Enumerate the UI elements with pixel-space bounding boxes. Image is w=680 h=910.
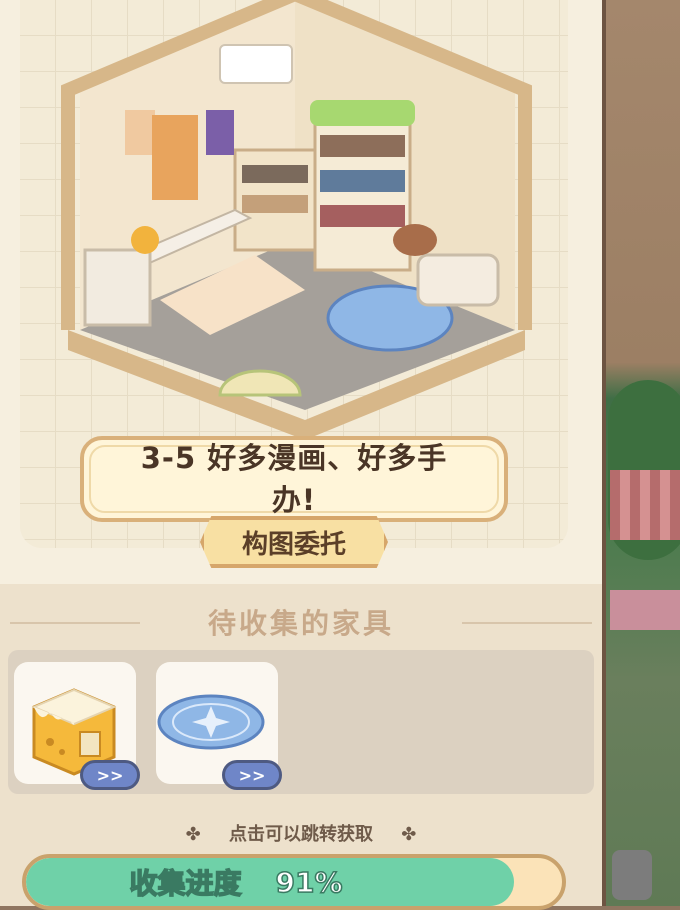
commission-title-banner: 3-5 好多漫画、好多手办! [80,436,508,522]
progress-label: 收集进度 91% [26,858,446,906]
furniture-card-blue-rug[interactable]: >> [156,662,282,790]
furniture-section: 待收集的家具 >> >> ✤ 点击可以跳转获取 ✤ 收集进度 91% [0,584,602,910]
shop-awning [610,470,680,540]
stone-pot [612,850,652,900]
jump-hint: ✤ 点击可以跳转获取 ✤ [0,820,602,846]
go-button[interactable]: >> [80,760,140,790]
background-scene [604,0,680,906]
progress-value: 91% [275,865,344,900]
progress-title: 收集进度 [129,866,243,901]
commission-type-tag: 构图委托 [200,516,388,568]
commission-panel: 3-5 好多漫画、好多手办! 构图委托 待收集的家具 >> >> ✤ 点击可以跳… [0,0,606,910]
pink-roof [610,590,680,630]
hint-deco-right-icon: ✤ [401,824,417,845]
collection-progress-bar: 收集进度 91% [22,854,566,910]
hint-deco-left-icon: ✤ [185,824,201,845]
hint-text: 点击可以跳转获取 [229,824,373,845]
furniture-card-cake-cabinet[interactable]: >> [14,662,140,790]
go-button[interactable]: >> [222,760,282,790]
commission-title: 3-5 好多漫画、好多手办! [140,441,448,517]
section-title: 待收集的家具 [207,607,394,640]
furniture-grid: >> >> [8,650,594,794]
